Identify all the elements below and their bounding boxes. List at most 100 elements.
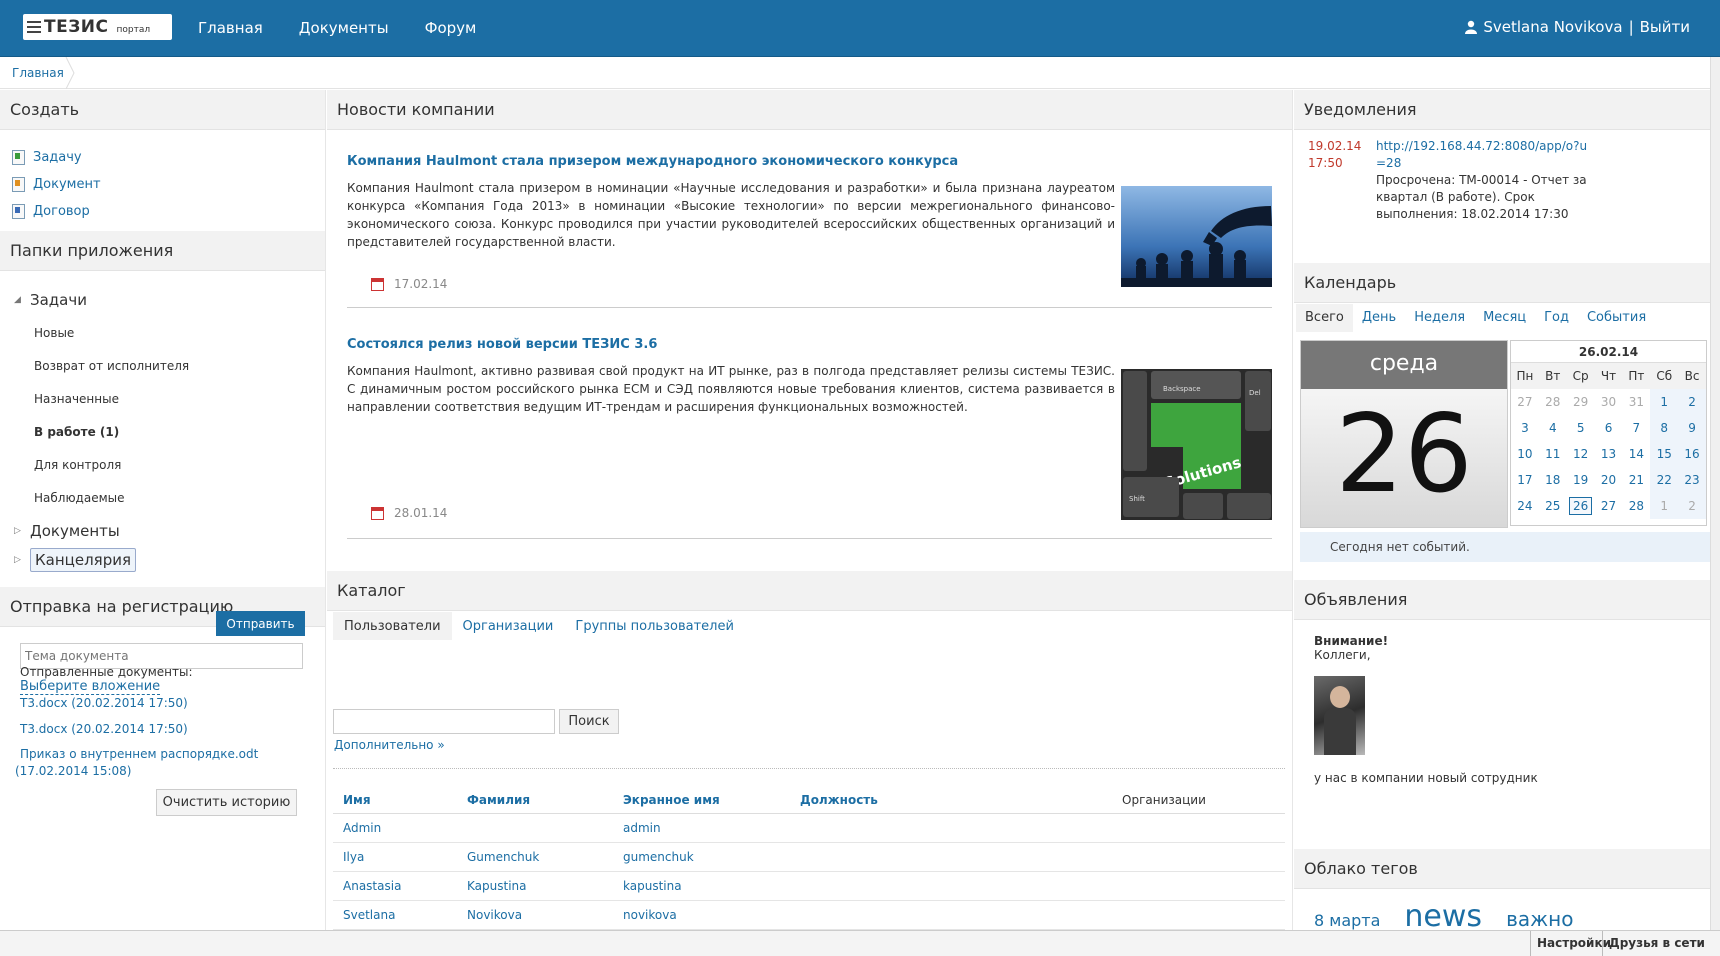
nav-forum[interactable]: Форум <box>425 19 477 37</box>
table-row[interactable]: Anastasia Kapustina kapustina <box>333 871 1285 901</box>
calendar-day[interactable]: 21 <box>1622 467 1651 493</box>
tree-documents[interactable]: ▷ Документы <box>14 514 317 547</box>
calendar-day[interactable]: 29 <box>1566 389 1595 415</box>
calendar-day[interactable]: 6 <box>1594 415 1623 441</box>
folder-returned[interactable]: Возврат от исполнителя <box>14 349 317 382</box>
calendar-day[interactable]: 2 <box>1678 389 1706 415</box>
send-button[interactable]: Отправить <box>216 611 305 636</box>
portal-logo[interactable]: ТЕЗИС портал <box>23 14 172 40</box>
calendar-day[interactable]: 19 <box>1566 467 1595 493</box>
sent-document-date[interactable]: (17.02.2014 15:08) <box>15 763 258 780</box>
calendar-day[interactable]: 11 <box>1538 441 1567 467</box>
news-title-link[interactable]: Компания Haulmont стала призером междуна… <box>347 154 958 169</box>
sent-document-link[interactable]: Т3.docx (20.02.2014 17:50) <box>20 716 258 742</box>
calendar-day[interactable]: 16 <box>1678 441 1706 467</box>
tab-calendar-events[interactable]: События <box>1578 304 1655 332</box>
calendar-day[interactable]: 12 <box>1566 441 1595 467</box>
calendar-day[interactable]: 9 <box>1678 415 1706 441</box>
sent-document-link[interactable]: Т3.docx (20.02.2014 17:50) <box>20 690 258 716</box>
calendar-day[interactable]: 23 <box>1678 467 1706 493</box>
nav-documents[interactable]: Документы <box>299 19 389 37</box>
cell-screen-name[interactable]: gumenchuk <box>613 842 790 872</box>
col-first-name[interactable]: Имя <box>333 787 457 814</box>
calendar-day[interactable]: 20 <box>1594 467 1623 493</box>
sent-document-link[interactable]: Приказ о внутреннем распорядке.odt (17.0… <box>15 746 258 780</box>
nav-home[interactable]: Главная <box>198 19 263 37</box>
create-contract-link[interactable]: Договор <box>33 204 90 219</box>
col-screen-name[interactable]: Экранное имя <box>613 787 790 814</box>
expanded-arrow-icon[interactable]: ◢ <box>14 295 30 305</box>
today-number[interactable]: 26 <box>1569 497 1593 515</box>
tag-link[interactable]: news <box>1404 899 1482 934</box>
catalog-search-input[interactable] <box>333 709 555 734</box>
breadcrumb-home[interactable]: Главная <box>12 66 64 80</box>
calendar-day[interactable]: 18 <box>1538 467 1567 493</box>
cell-first-name[interactable]: Anastasia <box>333 871 457 901</box>
create-document-item[interactable]: Документ <box>12 171 313 198</box>
logout-link[interactable]: Выйти <box>1640 18 1690 36</box>
calendar-day-today[interactable]: 26 <box>1566 493 1595 519</box>
cell-screen-name[interactable]: novikova <box>613 900 790 930</box>
tab-calendar-all[interactable]: Всего <box>1296 304 1353 332</box>
cell-last-name[interactable] <box>457 813 613 843</box>
table-row[interactable]: Svetlana Novikova novikova <box>333 900 1285 930</box>
calendar-day[interactable]: 5 <box>1566 415 1595 441</box>
tab-calendar-day[interactable]: День <box>1353 304 1405 332</box>
calendar-day[interactable]: 2 <box>1678 493 1706 519</box>
tab-calendar-year[interactable]: Год <box>1535 304 1578 332</box>
search-button[interactable]: Поиск <box>559 709 619 734</box>
calendar-day[interactable]: 25 <box>1538 493 1567 519</box>
calendar-day[interactable]: 1 <box>1650 493 1679 519</box>
calendar-day[interactable]: 4 <box>1538 415 1567 441</box>
calendar-day[interactable]: 27 <box>1594 493 1623 519</box>
calendar-day[interactable]: 13 <box>1594 441 1623 467</box>
calendar-day[interactable]: 17 <box>1511 467 1539 493</box>
tree-tasks-label[interactable]: Задачи <box>30 291 87 309</box>
calendar-day[interactable]: 24 <box>1511 493 1539 519</box>
cell-last-name[interactable]: Gumenchuk <box>457 842 613 872</box>
table-row[interactable]: Admin admin <box>333 813 1285 843</box>
tab-calendar-week[interactable]: Неделя <box>1405 304 1474 332</box>
collapsed-arrow-icon[interactable]: ▷ <box>14 555 30 565</box>
friends-online-button[interactable]: Друзья в сети (1) <box>1602 931 1720 956</box>
notification-link[interactable]: http://192.168.44.72:8080/app/o?u=28 <box>1376 138 1596 172</box>
create-task-link[interactable]: Задачу <box>33 150 82 165</box>
advanced-search-link[interactable]: Дополнительно » <box>334 738 445 752</box>
cell-screen-name[interactable]: admin <box>613 813 790 843</box>
cell-first-name[interactable]: Svetlana <box>333 900 457 930</box>
calendar-day[interactable]: 14 <box>1622 441 1651 467</box>
tab-calendar-month[interactable]: Месяц <box>1474 304 1535 332</box>
tree-tasks[interactable]: ◢ Задачи <box>14 283 317 316</box>
sent-document-name[interactable]: Приказ о внутреннем распорядке.odt <box>20 746 258 763</box>
calendar-day[interactable]: 30 <box>1594 389 1623 415</box>
folder-in-progress[interactable]: В работе (1) <box>14 415 317 448</box>
calendar-day[interactable]: 27 <box>1511 389 1539 415</box>
news-title-link[interactable]: Состоялся релиз новой версии ТЕЗИС 3.6 <box>347 337 657 352</box>
folder-assigned[interactable]: Назначенные <box>14 382 317 415</box>
col-last-name[interactable]: Фамилия <box>457 787 613 814</box>
tree-office-label[interactable]: Канцелярия <box>30 548 136 572</box>
tab-user-groups[interactable]: Группы пользователей <box>564 612 745 640</box>
calendar-day[interactable]: 1 <box>1650 389 1679 415</box>
col-position[interactable]: Должность <box>790 787 1112 814</box>
folder-watched[interactable]: Наблюдаемые <box>14 481 317 514</box>
tag-link[interactable]: 8 марта <box>1314 911 1380 930</box>
folder-control[interactable]: Для контроля <box>14 448 317 481</box>
tree-documents-label[interactable]: Документы <box>30 522 120 540</box>
folder-new[interactable]: Новые <box>14 316 317 349</box>
calendar-day[interactable]: 28 <box>1622 493 1651 519</box>
user-name-link[interactable]: Svetlana Novikova <box>1483 18 1622 36</box>
cell-first-name[interactable]: Admin <box>333 813 457 843</box>
cell-first-name[interactable]: Ilya <box>333 842 457 872</box>
calendar-day[interactable]: 3 <box>1511 415 1539 441</box>
create-contract-item[interactable]: Договор <box>12 198 313 225</box>
collapsed-arrow-icon[interactable]: ▷ <box>14 526 30 536</box>
create-document-link[interactable]: Документ <box>33 177 101 192</box>
cell-screen-name[interactable]: kapustina <box>613 871 790 901</box>
tree-office[interactable]: ▷ Канцелярия <box>14 547 317 573</box>
tag-link[interactable]: важно <box>1506 907 1573 931</box>
calendar-day[interactable]: 22 <box>1650 467 1679 493</box>
calendar-day[interactable]: 7 <box>1622 415 1651 441</box>
calendar-day[interactable]: 10 <box>1511 441 1539 467</box>
calendar-day[interactable]: 15 <box>1650 441 1679 467</box>
